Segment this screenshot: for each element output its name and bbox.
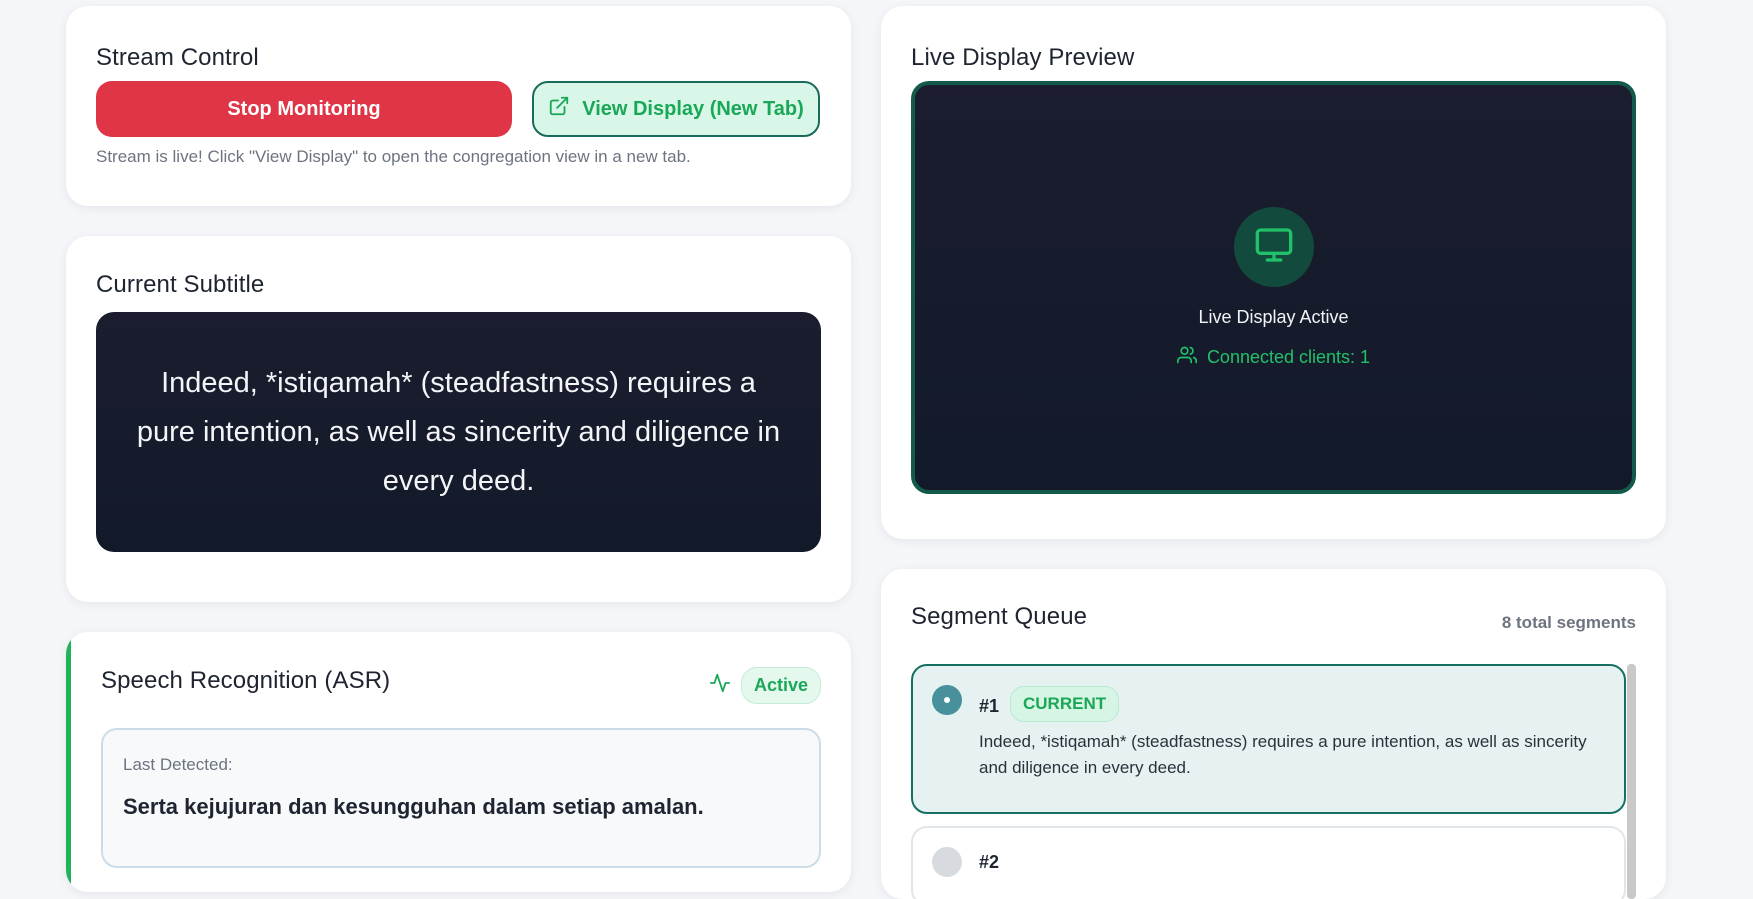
segment-text: Indeed, *istiqamah* (steadfastness) requ… — [979, 732, 1587, 777]
view-display-label: View Display (New Tab) — [582, 97, 804, 120]
asr-status-badge: Active — [740, 667, 821, 704]
connected-clients: Connected clients: 1 — [915, 345, 1632, 370]
activity-icon — [709, 672, 731, 699]
current-badge: CURRENT — [1010, 686, 1120, 722]
segment-queue-card: Segment Queue 8 total segments #1 CURREN… — [881, 569, 1666, 899]
subtitle-display: Indeed, *istiqamah* (steadfastness) requ… — [96, 312, 821, 552]
subtitle-text: Indeed, *istiqamah* (steadfastness) requ… — [136, 366, 781, 497]
preview-status-text: Live Display Active — [1198, 307, 1349, 327]
external-link-icon — [548, 95, 570, 123]
asr-accent-bar — [66, 632, 71, 892]
current-segment-indicator — [932, 685, 962, 715]
stream-control-title: Stream Control — [96, 44, 259, 71]
segment-queue-title: Segment Queue — [911, 603, 1088, 630]
segment-item[interactable]: #2 — [911, 826, 1626, 899]
asr-status: Active — [709, 667, 821, 704]
speech-recognition-card: Speech Recognition (ASR) Active Last Det… — [66, 632, 851, 892]
segment-indicator — [932, 847, 962, 877]
last-detected-text: Serta kejujuran dan kesungguhan dalam se… — [123, 794, 704, 819]
stream-helper-text: Stream is live! Click "View Display" to … — [96, 147, 691, 166]
last-detected-label: Last Detected: — [123, 755, 233, 774]
live-display-title: Live Display Preview — [911, 44, 1135, 71]
preview-screen: Live Display Active Connected clients: 1 — [911, 81, 1636, 494]
segment-number: #2 — [979, 852, 1000, 872]
asr-title: Speech Recognition (ASR) — [101, 667, 391, 694]
current-subtitle-title: Current Subtitle — [96, 271, 265, 298]
queue-scrollbar[interactable] — [1627, 664, 1636, 899]
view-display-button[interactable]: View Display (New Tab) — [532, 81, 820, 137]
current-subtitle-card: Current Subtitle Indeed, *istiqamah* (st… — [66, 236, 851, 602]
segment-item-current[interactable]: #1 CURRENT Indeed, *istiqamah* (steadfas… — [911, 664, 1626, 814]
segment-number: #1 — [979, 696, 1000, 716]
last-detected-box: Last Detected: Serta kejujuran dan kesun… — [101, 728, 821, 868]
live-display-preview-card: Live Display Preview Live Display Active — [881, 6, 1666, 539]
stop-monitoring-button[interactable]: Stop Monitoring — [96, 81, 512, 137]
stream-control-card: Stream Control Stop Monitoring View Disp… — [66, 6, 851, 206]
users-icon — [1176, 345, 1197, 370]
monitor-icon — [1254, 225, 1294, 270]
segment-count: 8 total segments — [1501, 613, 1636, 632]
connected-clients-text: Connected clients: 1 — [1206, 347, 1371, 367]
monitor-icon-circle — [1234, 207, 1314, 287]
